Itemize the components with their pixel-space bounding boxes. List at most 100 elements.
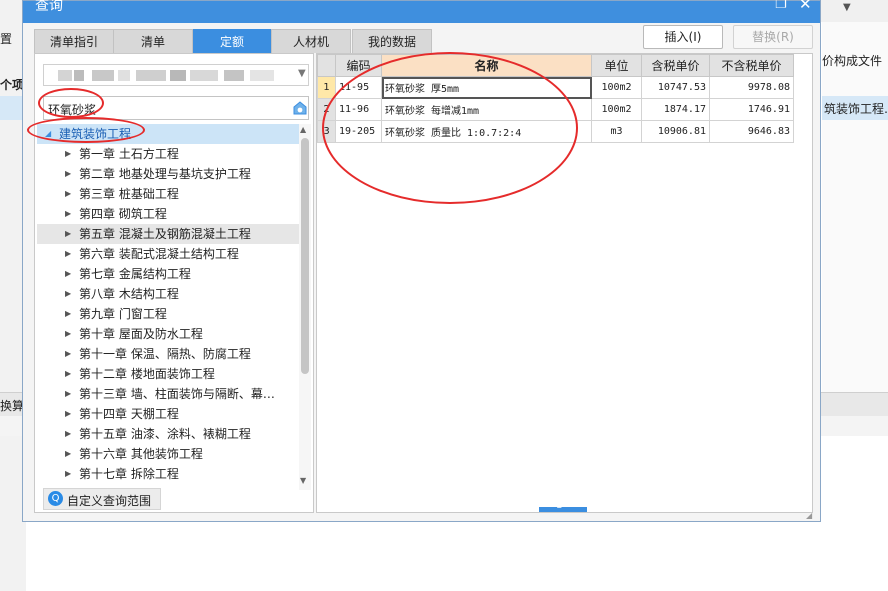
- cell-code[interactable]: 11-96: [335, 98, 382, 121]
- dropdown-caret-icon[interactable]: ▼: [843, 2, 851, 13]
- expand-icon[interactable]: ▶: [65, 184, 71, 204]
- expand-icon[interactable]: ▶: [65, 204, 71, 224]
- resize-grip-icon[interactable]: ◢: [806, 511, 812, 520]
- replace-button[interactable]: 替换(R): [733, 25, 813, 49]
- tree-node[interactable]: ▶ 第三章 桩基础工程: [37, 184, 299, 204]
- cell-price-tax[interactable]: 10906.81: [641, 120, 710, 143]
- tree-scrollbar-thumb[interactable]: [301, 138, 309, 374]
- custom-scope-button[interactable]: Q 自定义查询范围: [43, 488, 161, 510]
- tree-node-label: 第八章 木结构工程: [79, 287, 179, 301]
- tree-node[interactable]: ▶ 第六章 装配式混凝土结构工程: [37, 244, 299, 264]
- app-bottom-tab-label[interactable]: 换算: [0, 397, 24, 414]
- close-icon[interactable]: ✕: [799, 0, 812, 13]
- search-input[interactable]: 环氧砂浆: [43, 96, 309, 120]
- tree-node[interactable]: ▶ 第一章 土石方工程: [37, 144, 299, 164]
- app-right-tab[interactable]: 价构成文件: [822, 52, 888, 70]
- column-header-unit[interactable]: 单位: [591, 54, 642, 77]
- tab-list[interactable]: 清单: [113, 29, 193, 53]
- tab-list-guide[interactable]: 清单指引: [34, 29, 114, 53]
- column-header-name[interactable]: 名称: [381, 54, 592, 77]
- expand-icon[interactable]: ▶: [65, 324, 71, 344]
- cell-code[interactable]: 11-95: [335, 76, 382, 99]
- expand-icon[interactable]: ▶: [65, 364, 71, 384]
- column-header-price-notax[interactable]: 不含税单价: [709, 54, 794, 77]
- restore-icon[interactable]: ❐: [775, 0, 787, 12]
- expand-icon[interactable]: ▶: [65, 284, 71, 304]
- tree-root-node[interactable]: ◢ 建筑装饰工程: [37, 124, 299, 144]
- cell-unit[interactable]: 100m2: [591, 76, 642, 99]
- tree-node[interactable]: ▶ 第十三章 墙、柱面装饰与隔断、幕…: [37, 384, 299, 404]
- table-row[interactable]: 2 11-96 环氧砂浆 每增减1mm 100m2 1874.17 1746.9…: [317, 98, 794, 121]
- cell-unit[interactable]: 100m2: [591, 98, 642, 121]
- table-row[interactable]: 3 19-205 环氧砂浆 质量比 1:0.7:2:4 m3 10906.81 …: [317, 120, 794, 143]
- tab-labor-material[interactable]: 人材机: [271, 29, 351, 53]
- scroll-down-icon[interactable]: ▼: [300, 476, 306, 485]
- expand-icon[interactable]: ▶: [65, 224, 71, 244]
- tree-node[interactable]: ▶ 第十七章 拆除工程: [37, 464, 299, 484]
- tree-node[interactable]: ▶ 第十二章 楼地面装饰工程: [37, 364, 299, 384]
- tree-node[interactable]: ▶ 第十五章 油漆、涂料、裱糊工程: [37, 424, 299, 444]
- tree-node-label: 第一章 土石方工程: [79, 147, 179, 161]
- tree-node[interactable]: ▶ 第十四章 天棚工程: [37, 404, 299, 424]
- expand-icon[interactable]: ▶: [65, 344, 71, 364]
- cell-name[interactable]: 环氧砂浆 质量比 1:0.7:2:4: [381, 120, 592, 143]
- column-header-rownum[interactable]: [317, 54, 336, 77]
- blurred-text: [74, 70, 84, 81]
- tree-node-label: 第三章 桩基础工程: [79, 187, 179, 201]
- chevron-up-icon[interactable]: ▲: [557, 502, 562, 509]
- cell-unit[interactable]: m3: [591, 120, 642, 143]
- scroll-up-icon[interactable]: ▲: [300, 125, 306, 134]
- quota-result-grid: 编码 名称 单位 含税单价 不含税单价 1 11-95 环氧砂浆 厚5mm 10…: [316, 53, 813, 513]
- expand-icon[interactable]: ▶: [65, 424, 71, 444]
- expand-icon[interactable]: ▶: [65, 244, 71, 264]
- insert-button[interactable]: 插入(I): [643, 25, 723, 49]
- tab-quota[interactable]: 定额: [193, 29, 271, 53]
- tree-node[interactable]: ▶ 第七章 金属结构工程: [37, 264, 299, 284]
- row-number[interactable]: 1: [317, 76, 336, 99]
- search-library-icon[interactable]: [292, 100, 308, 116]
- dialog-titlebar[interactable]: 查询 ❐ ✕: [23, 0, 820, 23]
- blurred-text: [58, 70, 72, 81]
- row-number[interactable]: 3: [317, 120, 336, 143]
- app-right-panel: [822, 22, 888, 392]
- cell-name[interactable]: 环氧砂浆 每增减1mm: [381, 98, 592, 121]
- expand-icon[interactable]: ▶: [65, 144, 71, 164]
- tab-my-data[interactable]: 我的数据: [352, 29, 432, 53]
- blurred-text: [170, 70, 186, 81]
- cell-price-notax[interactable]: 9978.08: [709, 76, 794, 99]
- expand-icon[interactable]: ▶: [65, 384, 71, 404]
- tree-node[interactable]: ▶ 第十六章 其他装饰工程: [37, 444, 299, 464]
- splitter-handle[interactable]: [539, 507, 587, 512]
- cell-price-notax[interactable]: 1746.91: [709, 98, 794, 121]
- tree-node-label: 第九章 门窗工程: [79, 307, 167, 321]
- tree-node-label: 第六章 装配式混凝土结构工程: [79, 247, 239, 261]
- expand-icon[interactable]: ▶: [65, 304, 71, 324]
- tree-node[interactable]: ▶ 第九章 门窗工程: [37, 304, 299, 324]
- cell-price-tax[interactable]: 1874.17: [641, 98, 710, 121]
- expand-icon[interactable]: ▶: [65, 164, 71, 184]
- expand-icon[interactable]: ▶: [65, 464, 71, 484]
- tree-node[interactable]: ▶ 第二章 地基处理与基坑支护工程: [37, 164, 299, 184]
- expand-collapse-icon[interactable]: ◢: [45, 124, 51, 144]
- chevron-down-icon[interactable]: ▼: [298, 68, 306, 79]
- cell-code[interactable]: 19-205: [335, 120, 382, 143]
- query-dialog: 查询 ❐ ✕ 清单指引 清单 定额 人材机 我的数据 插入(I) 替换(R) ▼…: [22, 0, 821, 522]
- column-header-code[interactable]: 编码: [335, 54, 382, 77]
- blurred-text: [118, 70, 130, 81]
- library-select[interactable]: ▼: [43, 64, 309, 86]
- column-header-price-tax[interactable]: 含税单价: [641, 54, 710, 77]
- expand-icon[interactable]: ▶: [65, 264, 71, 284]
- tree-node[interactable]: ▶ 第四章 砌筑工程: [37, 204, 299, 224]
- tree-node-label: 第四章 砌筑工程: [79, 207, 167, 221]
- row-number[interactable]: 2: [317, 98, 336, 121]
- cell-name[interactable]: 环氧砂浆 厚5mm: [381, 76, 592, 99]
- tree-node[interactable]: ▶ 第十章 屋面及防水工程: [37, 324, 299, 344]
- cell-price-tax[interactable]: 10747.53: [641, 76, 710, 99]
- tree-node[interactable]: ▶ 第八章 木结构工程: [37, 284, 299, 304]
- expand-icon[interactable]: ▶: [65, 404, 71, 424]
- tree-node[interactable]: ▶ 第五章 混凝土及钢筋混凝土工程: [37, 224, 299, 244]
- expand-icon[interactable]: ▶: [65, 444, 71, 464]
- cell-price-notax[interactable]: 9646.83: [709, 120, 794, 143]
- table-row[interactable]: 1 11-95 环氧砂浆 厚5mm 100m2 10747.53 9978.08: [317, 76, 794, 99]
- tree-node[interactable]: ▶ 第十一章 保温、隔热、防腐工程: [37, 344, 299, 364]
